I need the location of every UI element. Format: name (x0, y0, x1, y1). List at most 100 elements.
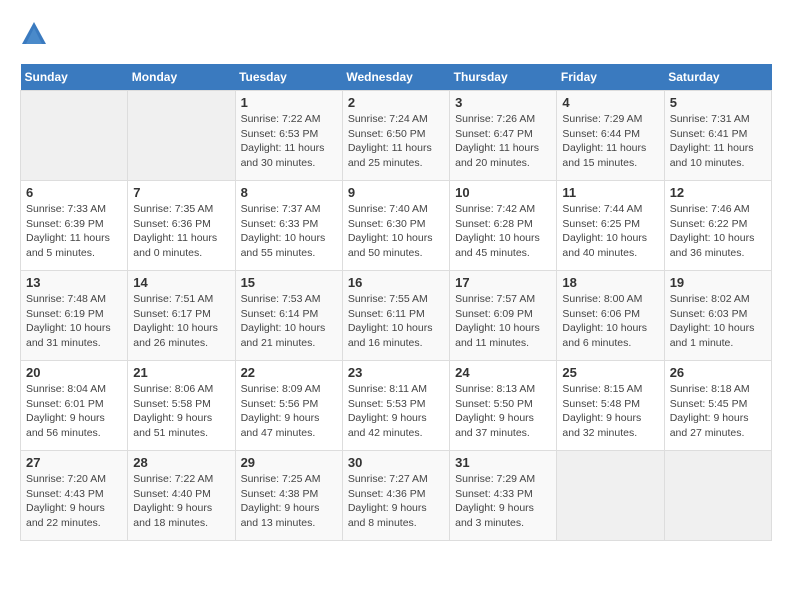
day-number: 5 (670, 95, 766, 110)
calendar-day-cell: 7 Sunrise: 7:35 AM Sunset: 6:36 PM Daylig… (128, 181, 235, 271)
day-info: Sunrise: 7:40 AM Sunset: 6:30 PM Dayligh… (348, 202, 444, 261)
calendar-day-cell: 15 Sunrise: 7:53 AM Sunset: 6:14 PM Dayli… (235, 271, 342, 361)
day-info: Sunrise: 8:09 AM Sunset: 5:56 PM Dayligh… (241, 382, 337, 441)
calendar-day-cell: 22 Sunrise: 8:09 AM Sunset: 5:56 PM Dayli… (235, 361, 342, 451)
day-info: Sunrise: 8:18 AM Sunset: 5:45 PM Dayligh… (670, 382, 766, 441)
day-info: Sunrise: 7:42 AM Sunset: 6:28 PM Dayligh… (455, 202, 551, 261)
weekday-header: Saturday (664, 64, 771, 91)
day-number: 21 (133, 365, 229, 380)
day-number: 13 (26, 275, 122, 290)
day-number: 15 (241, 275, 337, 290)
day-number: 25 (562, 365, 658, 380)
calendar-day-cell: 17 Sunrise: 7:57 AM Sunset: 6:09 PM Dayli… (450, 271, 557, 361)
day-info: Sunrise: 7:20 AM Sunset: 4:43 PM Dayligh… (26, 472, 122, 531)
weekday-header: Thursday (450, 64, 557, 91)
calendar-day-cell: 1 Sunrise: 7:22 AM Sunset: 6:53 PM Daylig… (235, 91, 342, 181)
calendar-day-cell (128, 91, 235, 181)
calendar-week-row: 20 Sunrise: 8:04 AM Sunset: 6:01 PM Dayli… (21, 361, 772, 451)
calendar-day-cell: 2 Sunrise: 7:24 AM Sunset: 6:50 PM Daylig… (342, 91, 449, 181)
calendar-week-row: 1 Sunrise: 7:22 AM Sunset: 6:53 PM Daylig… (21, 91, 772, 181)
day-number: 18 (562, 275, 658, 290)
calendar-day-cell (557, 451, 664, 541)
day-info: Sunrise: 7:46 AM Sunset: 6:22 PM Dayligh… (670, 202, 766, 261)
calendar-day-cell: 31 Sunrise: 7:29 AM Sunset: 4:33 PM Dayli… (450, 451, 557, 541)
day-info: Sunrise: 7:44 AM Sunset: 6:25 PM Dayligh… (562, 202, 658, 261)
day-info: Sunrise: 7:48 AM Sunset: 6:19 PM Dayligh… (26, 292, 122, 351)
day-info: Sunrise: 7:31 AM Sunset: 6:41 PM Dayligh… (670, 112, 766, 171)
day-info: Sunrise: 7:24 AM Sunset: 6:50 PM Dayligh… (348, 112, 444, 171)
calendar-day-cell (664, 451, 771, 541)
day-number: 3 (455, 95, 551, 110)
weekday-header: Monday (128, 64, 235, 91)
day-info: Sunrise: 8:13 AM Sunset: 5:50 PM Dayligh… (455, 382, 551, 441)
day-info: Sunrise: 7:22 AM Sunset: 6:53 PM Dayligh… (241, 112, 337, 171)
day-number: 12 (670, 185, 766, 200)
weekday-header: Wednesday (342, 64, 449, 91)
day-number: 20 (26, 365, 122, 380)
calendar-header: SundayMondayTuesdayWednesdayThursdayFrid… (21, 64, 772, 91)
calendar-day-cell: 8 Sunrise: 7:37 AM Sunset: 6:33 PM Daylig… (235, 181, 342, 271)
day-number: 30 (348, 455, 444, 470)
day-number: 31 (455, 455, 551, 470)
day-number: 27 (26, 455, 122, 470)
day-info: Sunrise: 8:02 AM Sunset: 6:03 PM Dayligh… (670, 292, 766, 351)
logo (20, 20, 52, 48)
calendar-day-cell: 20 Sunrise: 8:04 AM Sunset: 6:01 PM Dayli… (21, 361, 128, 451)
day-info: Sunrise: 7:33 AM Sunset: 6:39 PM Dayligh… (26, 202, 122, 261)
day-number: 9 (348, 185, 444, 200)
calendar-day-cell: 19Sunrise: 8:02 AM Sunset: 6:03 PM Dayli… (664, 271, 771, 361)
logo-icon (20, 20, 48, 48)
calendar-day-cell: 25 Sunrise: 8:15 AM Sunset: 5:48 PM Dayli… (557, 361, 664, 451)
day-info: Sunrise: 7:53 AM Sunset: 6:14 PM Dayligh… (241, 292, 337, 351)
weekday-header: Sunday (21, 64, 128, 91)
day-number: 7 (133, 185, 229, 200)
day-number: 10 (455, 185, 551, 200)
weekday-header: Tuesday (235, 64, 342, 91)
calendar-day-cell: 24Sunrise: 8:13 AM Sunset: 5:50 PM Dayli… (450, 361, 557, 451)
day-info: Sunrise: 8:06 AM Sunset: 5:58 PM Dayligh… (133, 382, 229, 441)
calendar-day-cell: 10 Sunrise: 7:42 AM Sunset: 6:28 PM Dayli… (450, 181, 557, 271)
day-number: 22 (241, 365, 337, 380)
calendar-day-cell: 13 Sunrise: 7:48 AM Sunset: 6:19 PM Dayli… (21, 271, 128, 361)
day-info: Sunrise: 7:27 AM Sunset: 4:36 PM Dayligh… (348, 472, 444, 531)
day-number: 6 (26, 185, 122, 200)
calendar-table: SundayMondayTuesdayWednesdayThursdayFrid… (20, 64, 772, 541)
day-info: Sunrise: 7:22 AM Sunset: 4:40 PM Dayligh… (133, 472, 229, 531)
calendar-day-cell: 26Sunrise: 8:18 AM Sunset: 5:45 PM Dayli… (664, 361, 771, 451)
page-header (20, 20, 772, 48)
day-info: Sunrise: 7:26 AM Sunset: 6:47 PM Dayligh… (455, 112, 551, 171)
day-number: 1 (241, 95, 337, 110)
day-info: Sunrise: 7:29 AM Sunset: 6:44 PM Dayligh… (562, 112, 658, 171)
calendar-day-cell: 12 Sunrise: 7:46 AM Sunset: 6:22 PM Dayli… (664, 181, 771, 271)
calendar-day-cell: 28Sunrise: 7:22 AM Sunset: 4:40 PM Dayli… (128, 451, 235, 541)
day-info: Sunrise: 7:37 AM Sunset: 6:33 PM Dayligh… (241, 202, 337, 261)
calendar-day-cell: 18 Sunrise: 8:00 AM Sunset: 6:06 PM Dayli… (557, 271, 664, 361)
day-number: 17 (455, 275, 551, 290)
day-info: Sunrise: 7:55 AM Sunset: 6:11 PM Dayligh… (348, 292, 444, 351)
day-info: Sunrise: 8:04 AM Sunset: 6:01 PM Dayligh… (26, 382, 122, 441)
day-info: Sunrise: 7:29 AM Sunset: 4:33 PM Dayligh… (455, 472, 551, 531)
calendar-day-cell: 27 Sunrise: 7:20 AM Sunset: 4:43 PM Dayli… (21, 451, 128, 541)
calendar-day-cell (21, 91, 128, 181)
day-info: Sunrise: 8:11 AM Sunset: 5:53 PM Dayligh… (348, 382, 444, 441)
calendar-day-cell: 3 Sunrise: 7:26 AM Sunset: 6:47 PM Daylig… (450, 91, 557, 181)
day-info: Sunrise: 7:57 AM Sunset: 6:09 PM Dayligh… (455, 292, 551, 351)
day-number: 23 (348, 365, 444, 380)
day-info: Sunrise: 8:15 AM Sunset: 5:48 PM Dayligh… (562, 382, 658, 441)
day-number: 4 (562, 95, 658, 110)
day-info: Sunrise: 8:00 AM Sunset: 6:06 PM Dayligh… (562, 292, 658, 351)
day-info: Sunrise: 7:51 AM Sunset: 6:17 PM Dayligh… (133, 292, 229, 351)
calendar-day-cell: 14Sunrise: 7:51 AM Sunset: 6:17 PM Dayli… (128, 271, 235, 361)
day-number: 16 (348, 275, 444, 290)
calendar-week-row: 27 Sunrise: 7:20 AM Sunset: 4:43 PM Dayli… (21, 451, 772, 541)
day-info: Sunrise: 7:35 AM Sunset: 6:36 PM Dayligh… (133, 202, 229, 261)
day-number: 29 (241, 455, 337, 470)
calendar-day-cell: 29Sunrise: 7:25 AM Sunset: 4:38 PM Dayli… (235, 451, 342, 541)
calendar-day-cell: 5 Sunrise: 7:31 AM Sunset: 6:41 PM Daylig… (664, 91, 771, 181)
day-number: 2 (348, 95, 444, 110)
calendar-day-cell: 30 Sunrise: 7:27 AM Sunset: 4:36 PM Dayli… (342, 451, 449, 541)
calendar-day-cell: 16 Sunrise: 7:55 AM Sunset: 6:11 PM Dayli… (342, 271, 449, 361)
calendar-day-cell: 6 Sunrise: 7:33 AM Sunset: 6:39 PM Daylig… (21, 181, 128, 271)
day-number: 8 (241, 185, 337, 200)
calendar-day-cell: 9 Sunrise: 7:40 AM Sunset: 6:30 PM Daylig… (342, 181, 449, 271)
